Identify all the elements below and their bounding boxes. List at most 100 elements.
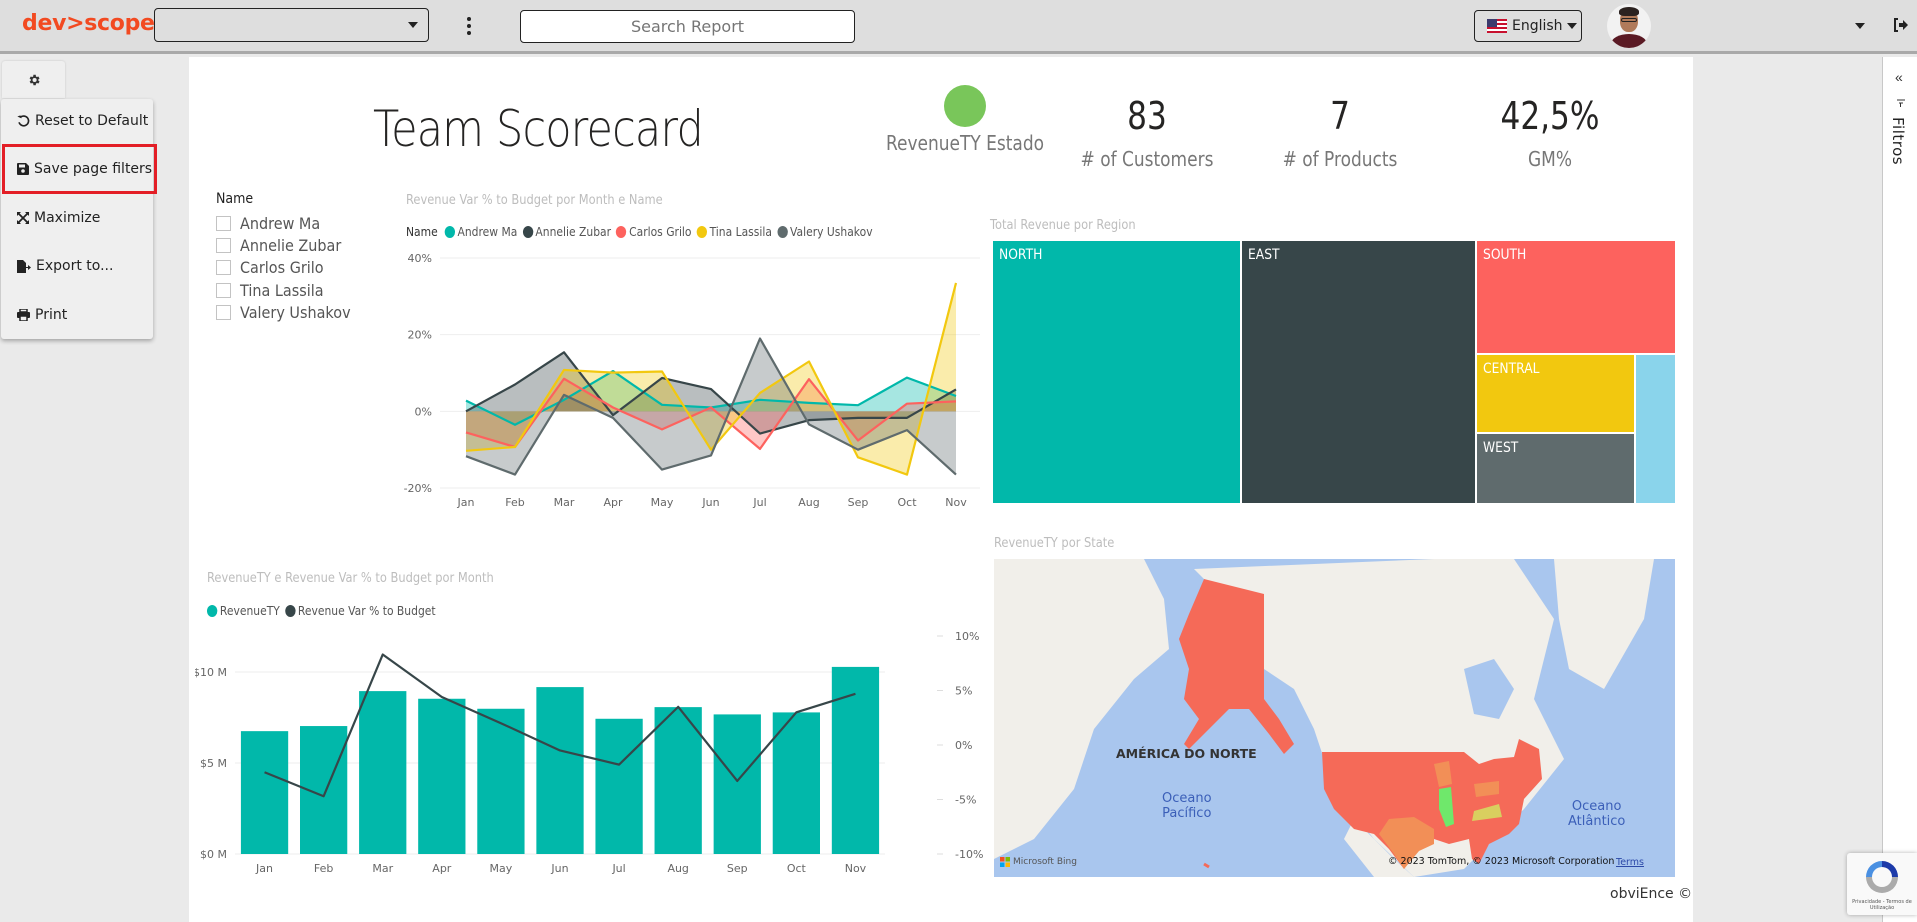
x-tick-label: Aug	[667, 862, 688, 875]
slicer-item-label: Andrew Ma	[240, 213, 321, 233]
slicer-item[interactable]: Annelie Zubar	[216, 234, 376, 256]
legend-swatch	[777, 225, 788, 238]
treemap-cell-west[interactable]: WEST	[1475, 432, 1635, 504]
x-tick-label: Feb	[314, 862, 333, 875]
combo-chart-legend: RevenueTY Revenue Var % to Budget	[207, 603, 441, 618]
menu-item-label: Save page filters	[34, 161, 153, 177]
revenue-bar[interactable]	[359, 691, 407, 854]
checkbox[interactable]	[216, 237, 231, 253]
menu-item-export[interactable]: Export to...	[1, 244, 153, 288]
checkbox[interactable]	[216, 282, 231, 298]
double-chevron-left-icon[interactable]: «	[1895, 69, 1903, 85]
menu-item-save-page-filters[interactable]: Save page filters	[1, 147, 153, 191]
checkbox[interactable]	[216, 215, 231, 231]
treemap-cell-north[interactable]: NORTH	[992, 240, 1241, 504]
revenue-bar[interactable]	[595, 718, 643, 854]
x-tick-label: Jun	[701, 496, 719, 509]
legend-label: Valery Ushakov	[790, 224, 873, 239]
kpi-customers: 83 # of Customers	[1037, 91, 1257, 171]
report-select[interactable]	[154, 8, 429, 42]
recaptcha-text[interactable]: Privacidade - Termos de Utilização	[1849, 899, 1915, 911]
language-select[interactable]: English	[1474, 10, 1582, 42]
menu-item-maximize[interactable]: Maximize	[1, 196, 153, 240]
treemap-label: EAST	[1247, 247, 1280, 263]
legend-item[interactable]: Revenue Var % to Budget	[285, 603, 436, 618]
region-treemap: NORTH EAST SOUTH CENTRAL WEST	[992, 240, 1676, 504]
legend-label: Annelie Zubar	[535, 224, 612, 239]
checkbox[interactable]	[216, 304, 231, 320]
legend-item[interactable]: RevenueTY	[207, 603, 280, 618]
kebab-icon[interactable]	[462, 15, 476, 37]
expand-icon	[17, 212, 29, 224]
x-tick-label: Nov	[845, 862, 867, 875]
revenue-bar[interactable]	[418, 698, 466, 854]
state-map[interactable]: AMÉRICA DO NORTE Oceano Pacífico Oceano …	[994, 559, 1675, 877]
search-report-input-wrap	[520, 10, 855, 43]
filters-label: Filtros	[1889, 117, 1907, 166]
recaptcha-badge[interactable]: Privacidade - Termos de Utilização	[1847, 853, 1917, 915]
slicer-item[interactable]: Valery Ushakov	[216, 301, 376, 323]
combo-chart: $10 M $5 M $0 M 10% 5% 0% -5% -10% Jan Feb Mar Apr M…	[195, 630, 983, 875]
kpi-label: RevenueTY Estado	[885, 131, 1045, 155]
app-root: dev>scope English Team Scorecard Revenue…	[0, 0, 1917, 922]
microsoft-logo-icon	[1000, 857, 1010, 867]
sign-out-icon[interactable]	[1893, 18, 1909, 32]
map-terms-link[interactable]: Terms	[1616, 857, 1644, 868]
y-tick-label: 20%	[408, 329, 432, 342]
caret-down-icon	[1566, 23, 1577, 29]
legend-item[interactable]: Carlos Grilo	[616, 224, 692, 239]
legend-item[interactable]: Andrew Ma	[444, 224, 518, 239]
legend-label: Andrew Ma	[457, 224, 518, 239]
y-right-tick-label: 0%	[955, 739, 972, 752]
revenue-bar[interactable]	[772, 712, 820, 854]
menu-item-label: Maximize	[34, 210, 101, 226]
search-report-input[interactable]	[521, 11, 854, 42]
page-title: Team Scorecard	[373, 100, 704, 158]
top-bar: dev>scope English	[0, 0, 1917, 54]
area-chart-legend: Name Andrew Ma Annelie Zubar Carlos Grilo T…	[406, 224, 878, 239]
treemap-cell-central[interactable]: CENTRAL	[1475, 354, 1635, 433]
x-tick-label: Apr	[432, 862, 452, 875]
filters-panel-collapsed[interactable]: « Filtros	[1882, 57, 1917, 922]
printer-icon	[17, 309, 30, 321]
y-left-tick-label: $5 M	[200, 757, 227, 770]
revenue-bar[interactable]	[713, 714, 761, 854]
x-tick-label: Nov	[945, 496, 967, 509]
y-right-tick-label: -5%	[955, 794, 976, 807]
legend-item[interactable]: Valery Ushakov	[777, 224, 873, 239]
user-menu-caret-icon[interactable]	[1855, 23, 1865, 29]
x-tick-label: Jun	[550, 862, 568, 875]
x-tick-label: May	[490, 862, 513, 875]
legend-label: Revenue Var % to Budget	[297, 603, 436, 618]
devscope-logo[interactable]: dev>scope	[22, 11, 155, 36]
menu-item-reset-to-default[interactable]: Reset to Default	[1, 99, 153, 143]
area-chart: 40% 20% 0% -20% Jan Feb Mar Apr May Jun Jul Aug Sep O…	[404, 252, 980, 509]
user-avatar[interactable]	[1607, 4, 1651, 48]
treemap-cell-east[interactable]: EAST	[1240, 240, 1476, 504]
checkbox[interactable]	[216, 260, 231, 276]
slicer-item[interactable]: Carlos Grilo	[216, 257, 376, 279]
legend-item[interactable]: Annelie Zubar	[522, 224, 612, 239]
kpi-label: # of Products	[1282, 147, 1398, 171]
treemap-cell-south[interactable]: SOUTH	[1475, 240, 1676, 355]
menu-item-print[interactable]: Print	[1, 293, 153, 337]
revenue-bar[interactable]	[831, 666, 880, 854]
treemap-cell-other[interactable]	[1634, 354, 1676, 504]
x-tick-label: Jan	[457, 496, 475, 509]
legend-label: RevenueTY	[219, 603, 280, 618]
slicer-item[interactable]: Tina Lassila	[216, 279, 376, 301]
pacific-ocean-label: Oceano Pacífico	[1162, 791, 1212, 821]
slicer-item-label: Valery Ushakov	[240, 302, 351, 322]
recaptcha-icon	[1866, 861, 1898, 893]
settings-gear-button[interactable]	[2, 61, 65, 98]
kpi-gm-percent: 42,5% GM%	[1440, 91, 1660, 171]
map-title: RevenueTY por State	[994, 536, 1115, 551]
continent-label: AMÉRICA DO NORTE	[1116, 746, 1257, 761]
legend-item[interactable]: Tina Lassila	[696, 224, 772, 239]
slicer-item[interactable]: Andrew Ma	[216, 212, 376, 234]
slicer-item-label: Tina Lassila	[240, 280, 324, 300]
revenue-bar[interactable]	[240, 731, 289, 854]
revenue-bar[interactable]	[536, 687, 584, 854]
y-left-tick-label: $10 M	[195, 666, 227, 679]
x-tick-label: Aug	[798, 496, 819, 509]
